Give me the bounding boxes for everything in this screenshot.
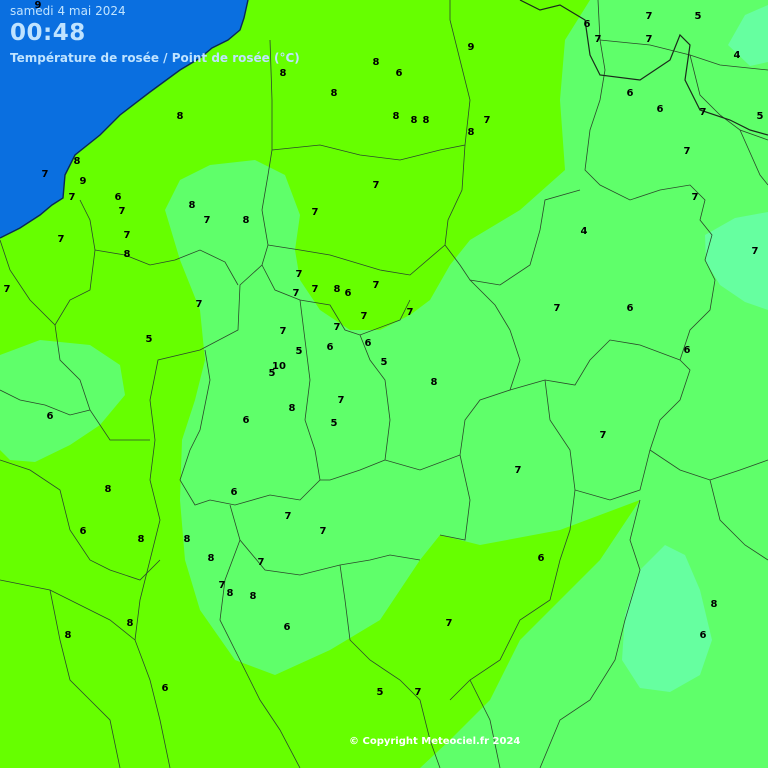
station-value: 6 bbox=[79, 526, 87, 537]
station-value: 8 bbox=[467, 127, 475, 138]
station-value: 8 bbox=[137, 534, 145, 545]
station-value: 8 bbox=[333, 284, 341, 295]
station-value: 9 bbox=[34, 0, 42, 11]
station-value: 7 bbox=[311, 207, 319, 218]
map-title: Température de rosée / Point de rosée (°… bbox=[10, 51, 300, 65]
station-value: 9 bbox=[467, 42, 475, 53]
station-value: 4 bbox=[580, 226, 588, 237]
station-value: 6 bbox=[344, 288, 352, 299]
station-value: 5 bbox=[145, 334, 153, 345]
station-value: 7 bbox=[118, 206, 126, 217]
station-value: 6 bbox=[283, 622, 291, 633]
station-value: 7 bbox=[360, 311, 368, 322]
station-value: 5 bbox=[268, 368, 276, 379]
station-value: 6 bbox=[583, 19, 591, 30]
station-value: 8 bbox=[123, 249, 131, 260]
station-value: 8 bbox=[226, 588, 234, 599]
station-value: 6 bbox=[656, 104, 664, 115]
station-value: 8 bbox=[372, 57, 380, 68]
station-value: 7 bbox=[3, 284, 11, 295]
station-value: 6 bbox=[161, 683, 169, 694]
station-value: 9 bbox=[79, 176, 87, 187]
station-value: 7 bbox=[284, 511, 292, 522]
station-value: 4 bbox=[733, 50, 741, 61]
station-value: 7 bbox=[337, 395, 345, 406]
station-value: 6 bbox=[242, 415, 250, 426]
station-value: 8 bbox=[183, 534, 191, 545]
station-value: 7 bbox=[553, 303, 561, 314]
station-value: 7 bbox=[594, 34, 602, 45]
station-value: 8 bbox=[242, 215, 250, 226]
station-value: 6 bbox=[626, 303, 634, 314]
station-value: 7 bbox=[445, 618, 453, 629]
station-value: 6 bbox=[683, 345, 691, 356]
station-value: 7 bbox=[295, 269, 303, 280]
station-value: 5 bbox=[295, 346, 303, 357]
station-value: 7 bbox=[123, 230, 131, 241]
station-value: 6 bbox=[326, 342, 334, 353]
station-value: 6 bbox=[230, 487, 238, 498]
station-value: 7 bbox=[645, 11, 653, 22]
station-value: 8 bbox=[422, 115, 430, 126]
station-value: 7 bbox=[257, 557, 265, 568]
station-value: 8 bbox=[176, 111, 184, 122]
station-value: 7 bbox=[751, 246, 759, 257]
station-value: 8 bbox=[64, 630, 72, 641]
station-value: 7 bbox=[372, 280, 380, 291]
station-value: 8 bbox=[279, 68, 287, 79]
station-value: 7 bbox=[414, 687, 422, 698]
station-value: 7 bbox=[683, 146, 691, 157]
station-value: 7 bbox=[699, 107, 707, 118]
station-value: 8 bbox=[288, 403, 296, 414]
station-value: 8 bbox=[249, 591, 257, 602]
station-value: 7 bbox=[406, 307, 414, 318]
map-time: 00:48 bbox=[10, 20, 86, 46]
station-value: 7 bbox=[691, 192, 699, 203]
station-value: 6 bbox=[46, 411, 54, 422]
station-value: 8 bbox=[710, 599, 718, 610]
station-value: 7 bbox=[218, 580, 226, 591]
station-value: 8 bbox=[430, 377, 438, 388]
dewpoint-map: samedi 4 mai 2024 00:48 Température de r… bbox=[0, 0, 768, 768]
station-value: 7 bbox=[333, 322, 341, 333]
station-value: 7 bbox=[645, 34, 653, 45]
station-value: 5 bbox=[694, 11, 702, 22]
station-value: 7 bbox=[279, 326, 287, 337]
station-value: 5 bbox=[756, 111, 764, 122]
station-value: 5 bbox=[376, 687, 384, 698]
map-canvas bbox=[0, 0, 768, 768]
station-value: 5 bbox=[330, 418, 338, 429]
map-date: samedi 4 mai 2024 bbox=[10, 4, 126, 18]
station-value: 7 bbox=[599, 430, 607, 441]
station-value: 7 bbox=[292, 288, 300, 299]
station-value: 6 bbox=[364, 338, 372, 349]
station-value: 6 bbox=[114, 192, 122, 203]
station-value: 6 bbox=[699, 630, 707, 641]
copyright-notice: © Copyright Meteociel.fr 2024 bbox=[349, 736, 521, 747]
station-value: 8 bbox=[207, 553, 215, 564]
station-value: 8 bbox=[410, 115, 418, 126]
station-value: 6 bbox=[395, 68, 403, 79]
station-value: 6 bbox=[626, 88, 634, 99]
station-value: 8 bbox=[188, 200, 196, 211]
station-value: 7 bbox=[372, 180, 380, 191]
station-value: 7 bbox=[68, 192, 76, 203]
station-value: 8 bbox=[392, 111, 400, 122]
station-value: 8 bbox=[126, 618, 134, 629]
station-value: 7 bbox=[203, 215, 211, 226]
station-value: 7 bbox=[514, 465, 522, 476]
station-value: 8 bbox=[104, 484, 112, 495]
station-value: 8 bbox=[73, 156, 81, 167]
station-value: 7 bbox=[311, 284, 319, 295]
station-value: 7 bbox=[41, 169, 49, 180]
station-value: 6 bbox=[537, 553, 545, 564]
station-value: 7 bbox=[319, 526, 327, 537]
station-value: 7 bbox=[195, 299, 203, 310]
station-value: 7 bbox=[57, 234, 65, 245]
station-value: 7 bbox=[483, 115, 491, 126]
station-value: 8 bbox=[330, 88, 338, 99]
station-value: 5 bbox=[380, 357, 388, 368]
